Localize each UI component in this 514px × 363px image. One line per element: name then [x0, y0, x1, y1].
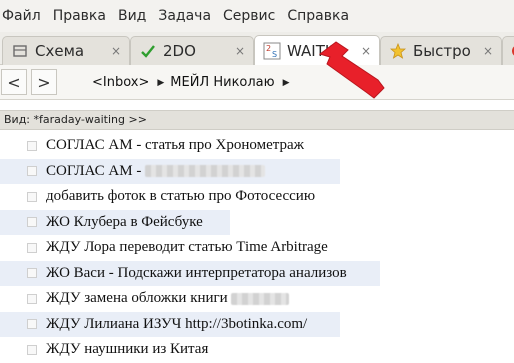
- task-text: ЖО Васи - Подскажи интерпретатора анализ…: [46, 264, 347, 281]
- breadcrumb: <Inbox> ▶ МЕЙЛ Николаю ▶: [70, 65, 290, 100]
- checkmark-icon: [139, 42, 157, 60]
- navigation-bar: < > <Inbox> ▶ МЕЙЛ Николаю ▶: [0, 65, 514, 100]
- menu-task[interactable]: Задача: [152, 0, 217, 32]
- task-text: ЖДУ замена обложки книги: [46, 290, 290, 307]
- waiting-icon: 2S: [263, 42, 281, 60]
- svg-text:2: 2: [266, 44, 271, 53]
- task-checkbox[interactable]: [27, 191, 37, 202]
- task-checkbox[interactable]: [27, 319, 37, 330]
- task-checkbox[interactable]: [27, 217, 37, 228]
- breadcrumb-separator-icon: ▶: [157, 77, 165, 88]
- list-item[interactable]: ЖДУ замена обложки книги: [0, 286, 514, 312]
- menu-bar: Файл Правка Вид Задача Сервис Справка: [0, 0, 514, 32]
- task-text: ЖО Клубера в Фейсбуке: [46, 213, 203, 230]
- task-text: ЖДУ Лора переводит статью Time Arbitrage: [46, 239, 328, 256]
- task-checkbox[interactable]: [27, 293, 37, 304]
- list-item[interactable]: ЖО Клубера в Фейсбуке: [0, 209, 514, 235]
- close-icon[interactable]: ×: [111, 44, 121, 58]
- task-checkbox[interactable]: [27, 140, 37, 151]
- menu-file[interactable]: Файл: [0, 0, 47, 32]
- tab-overflow[interactable]: [502, 36, 514, 65]
- menu-edit[interactable]: Правка: [47, 0, 112, 32]
- view-label[interactable]: Вид: *faraday-waiting >>: [0, 110, 514, 130]
- task-text: добавить фоток в статью про Фотосессию: [46, 188, 316, 205]
- task-checkbox[interactable]: [27, 166, 37, 177]
- schema-icon: [11, 42, 29, 60]
- task-text: ЖДУ наушники из Китая: [46, 341, 209, 358]
- breadcrumb-separator-icon: ▶: [282, 77, 290, 88]
- close-icon[interactable]: ×: [483, 44, 493, 58]
- menu-help[interactable]: Справка: [281, 0, 355, 32]
- list-item[interactable]: ЖО Васи - Подскажи интерпретатора анализ…: [0, 260, 514, 286]
- breadcrumb-mail[interactable]: МЕЙЛ Николаю: [170, 75, 274, 90]
- list-item[interactable]: СОГЛАС АМ - статья про Хронометраж: [0, 133, 514, 159]
- list-item[interactable]: СОГЛАС АМ -: [0, 158, 514, 184]
- redacted-text: [145, 165, 266, 178]
- list-item[interactable]: ЖДУ Лилиана ИЗУЧ http://3botinka.com/: [0, 311, 514, 337]
- task-checkbox[interactable]: [27, 344, 37, 355]
- tab-strip: Схема × 2DO × 2S WAITIN × Быстро ×: [0, 32, 514, 65]
- tab-label: Схема: [35, 42, 85, 60]
- annotation-arrow-icon: [318, 41, 385, 99]
- breadcrumb-inbox[interactable]: <Inbox>: [92, 75, 149, 90]
- list-item[interactable]: ЖДУ Лора переводит статью Time Arbitrage: [0, 235, 514, 261]
- task-text: ЖДУ Лилиана ИЗУЧ http://3botinka.com/: [46, 315, 308, 332]
- redacted-text: [231, 292, 290, 305]
- tab-2do[interactable]: 2DO ×: [130, 36, 254, 65]
- task-checkbox[interactable]: [27, 242, 37, 253]
- list-item[interactable]: добавить фоток в статью про Фотосессию: [0, 184, 514, 210]
- close-icon[interactable]: ×: [235, 44, 245, 58]
- back-button[interactable]: <: [1, 69, 27, 95]
- list-item[interactable]: ЖДУ наушники из Китая: [0, 337, 514, 363]
- task-list: СОГЛАС АМ - статья про Хронометраж СОГЛА…: [0, 133, 514, 363]
- forward-button[interactable]: >: [31, 69, 57, 95]
- tab-label: Быстро: [413, 42, 471, 60]
- tab-schema[interactable]: Схема ×: [2, 36, 130, 65]
- tab-label: 2DO: [163, 42, 196, 60]
- svg-text:S: S: [272, 50, 277, 59]
- task-checkbox[interactable]: [27, 268, 37, 279]
- menu-tools[interactable]: Сервис: [217, 0, 281, 32]
- task-text: СОГЛАС АМ -: [46, 163, 266, 180]
- menu-view[interactable]: Вид: [112, 0, 152, 32]
- task-text: СОГЛАС АМ - статья про Хронометраж: [46, 137, 305, 154]
